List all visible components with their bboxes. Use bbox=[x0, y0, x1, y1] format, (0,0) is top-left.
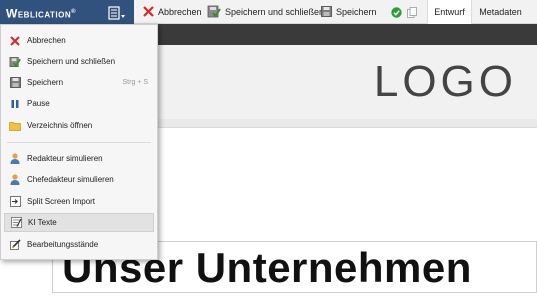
menu-item-cancel[interactable]: Abbrechen bbox=[4, 31, 154, 50]
copy-icon[interactable] bbox=[407, 0, 417, 24]
menu-item-label: Split Screen Import bbox=[27, 197, 96, 206]
approve-check-icon[interactable] bbox=[391, 0, 402, 24]
pause-icon bbox=[9, 98, 21, 110]
edit-history-icon bbox=[9, 239, 21, 251]
save-close-label: Speichern und schließen bbox=[225, 7, 325, 17]
menu-item-label: Chefedakteur simulieren bbox=[27, 175, 114, 184]
menu-item-label: Speichern und schließen bbox=[27, 57, 116, 66]
menu-item-label: Speichern bbox=[27, 78, 64, 87]
menu-item-label: Bearbeitungsstände bbox=[27, 240, 99, 249]
menu-item-edit-history[interactable]: Bearbeitungsstände bbox=[4, 235, 154, 254]
brand-logo: Weblication® bbox=[0, 0, 134, 24]
tab-metadaten[interactable]: Metadaten bbox=[474, 0, 527, 24]
menu-item-label: KI Texte bbox=[28, 218, 57, 227]
save-icon bbox=[321, 5, 332, 19]
tab-entwurf[interactable]: Entwurf bbox=[427, 0, 472, 24]
menu-item-pause[interactable]: Pause bbox=[4, 94, 154, 113]
folder-icon bbox=[9, 120, 21, 132]
user-icon bbox=[9, 153, 21, 165]
save-label: Speichern bbox=[336, 7, 377, 17]
menu-item-ai-texts[interactable]: KI Texte bbox=[4, 213, 154, 232]
cancel-label: Abbrechen bbox=[158, 7, 202, 17]
menu-item-save[interactable]: Speichern Strg + S bbox=[4, 73, 154, 92]
import-icon bbox=[9, 196, 21, 208]
menu-item-label: Pause bbox=[27, 99, 50, 108]
save-close-icon bbox=[9, 56, 21, 68]
menu-item-simulate-editor[interactable]: Redakteur simulieren bbox=[4, 149, 154, 168]
save-close-icon bbox=[207, 5, 221, 20]
cancel-icon bbox=[9, 35, 21, 47]
brand-name: Weblication bbox=[6, 6, 72, 21]
menu-toggle-icon[interactable] bbox=[108, 5, 126, 20]
menu-divider bbox=[7, 142, 151, 143]
menu-item-label: Verzeichnis öffnen bbox=[27, 121, 93, 130]
menu-item-simulate-chief-editor[interactable]: Chefedakteur simulieren bbox=[4, 170, 154, 189]
shortcut-label: Strg + S bbox=[122, 79, 148, 86]
cancel-icon bbox=[143, 5, 154, 19]
cancel-button[interactable]: Abbrechen bbox=[143, 0, 202, 24]
menu-item-label: Abbrechen bbox=[27, 36, 66, 45]
save-button[interactable]: Speichern bbox=[321, 0, 377, 24]
menu-item-label: Redakteur simulieren bbox=[27, 154, 103, 163]
menu-item-save-close[interactable]: Speichern und schließen bbox=[4, 52, 154, 71]
menu-item-split-screen-import[interactable]: Split Screen Import bbox=[4, 192, 154, 211]
save-close-button[interactable]: Speichern und schließen bbox=[207, 0, 324, 24]
brand-mark: ® bbox=[71, 9, 77, 15]
toolbar: Weblication® Abbrechen Speichern und sch… bbox=[0, 0, 537, 24]
save-icon bbox=[9, 77, 21, 89]
main-menu: Abbrechen Speichern und schließen Speich… bbox=[0, 24, 158, 260]
ai-text-icon bbox=[10, 217, 22, 229]
user-icon bbox=[9, 174, 21, 186]
menu-item-open-folder[interactable]: Verzeichnis öffnen bbox=[4, 116, 154, 135]
site-logo: LOGO bbox=[373, 57, 517, 106]
